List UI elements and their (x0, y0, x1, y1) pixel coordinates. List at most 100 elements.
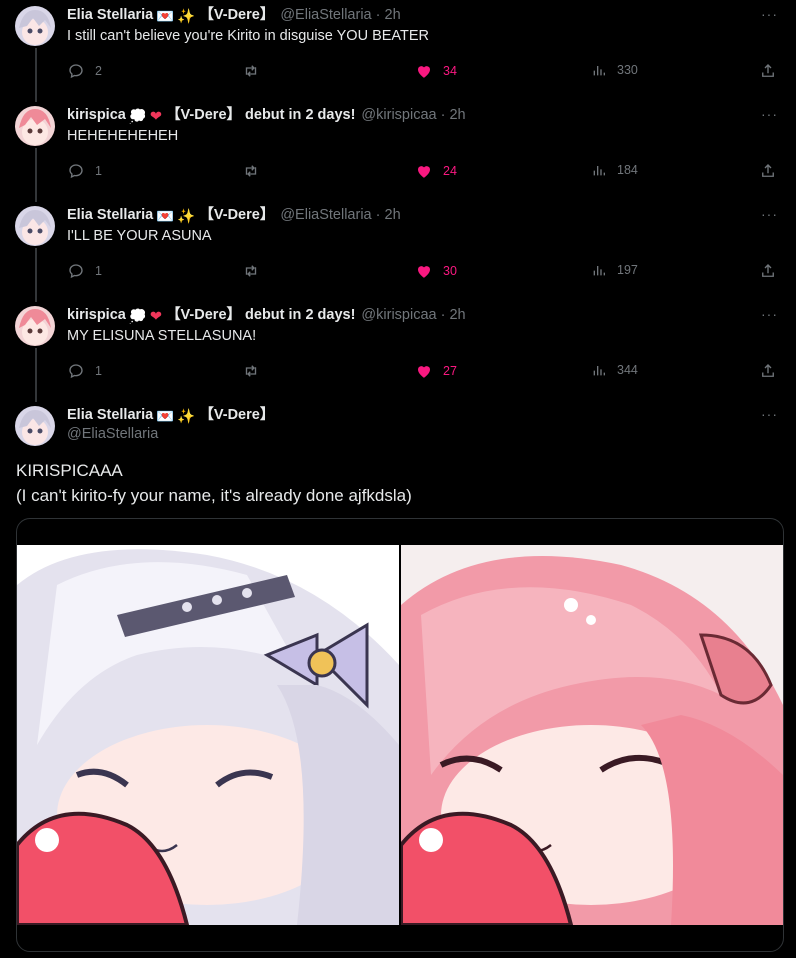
reply-icon (69, 164, 83, 179)
views-chart-icon (593, 166, 605, 176)
share-icon (762, 164, 774, 177)
user-handle[interactable]: @kirispicaa (361, 107, 436, 123)
thread-connector (35, 48, 37, 102)
heart-filled-icon (418, 266, 430, 278)
name-tag: 【V-Dere】 debut in 2 days! (166, 107, 356, 123)
reply-button[interactable]: 1 (67, 362, 102, 380)
display-name[interactable]: Elia Stellaria (67, 7, 153, 23)
repost-icon (245, 165, 257, 177)
action-bar: 1 24 184 (67, 162, 787, 182)
repost-button[interactable] (242, 362, 270, 380)
view-count: 184 (617, 163, 638, 177)
display-name[interactable]: Elia Stellaria (67, 207, 153, 223)
main-tweet-text-line2: (I can't kirito-fy your name, it's alrea… (16, 486, 412, 505)
timestamp[interactable]: 2h (385, 7, 401, 23)
tweet-text: I'LL BE YOUR ASUNA (67, 228, 212, 244)
separator-dot: · (375, 7, 381, 23)
media-image-kirispica[interactable] (401, 545, 783, 925)
display-name[interactable]: kirispica (67, 307, 126, 323)
user-handle[interactable]: @EliaStellaria (280, 207, 371, 223)
thread-connector (35, 248, 37, 302)
repost-icon (245, 265, 257, 277)
like-count: 34 (443, 64, 457, 78)
sparkles-emoji: ✨ (177, 409, 196, 425)
separator-dot: · (440, 107, 446, 123)
like-button[interactable]: 30 (415, 262, 457, 280)
more-options-icon[interactable]: ··· (761, 306, 778, 322)
more-options-icon[interactable]: ··· (761, 206, 778, 222)
reply-button[interactable]: 1 (67, 162, 102, 180)
more-options-icon[interactable]: ··· (761, 106, 778, 122)
reply-header: kirispica 💭 ❤ 【V-Dere】 debut in 2 days! @kir… (67, 106, 466, 126)
repost-button[interactable] (242, 262, 270, 280)
views-chart-icon (593, 366, 605, 376)
repost-icon (245, 365, 257, 377)
heart-filled-icon (418, 366, 430, 378)
views-chart-icon (593, 266, 605, 276)
heart-emoji: ❤ (149, 109, 163, 125)
display-name[interactable]: Elia Stellaria (67, 407, 153, 423)
sparkles-emoji: ✨ (177, 209, 196, 225)
reply-count: 1 (95, 364, 102, 378)
like-button[interactable]: 34 (415, 62, 457, 80)
name-tag: 【V-Dere】 (199, 7, 275, 23)
sparkles-emoji: ✨ (177, 9, 196, 25)
timestamp[interactable]: 2h (449, 107, 465, 123)
tweet-text: I still can't believe you're Kirito in d… (67, 28, 430, 44)
repost-icon (245, 65, 257, 77)
share-button[interactable] (759, 162, 787, 180)
like-button[interactable]: 24 (415, 162, 457, 180)
like-count: 24 (443, 164, 457, 178)
reply-count: 1 (95, 264, 102, 278)
tweet-text: MY ELISUNA STELLASUNA! (67, 328, 257, 344)
heart-filled-icon (418, 66, 430, 78)
reply-icon (69, 264, 83, 279)
reply-button[interactable]: 2 (67, 62, 102, 80)
user-handle[interactable]: @EliaStellaria (67, 426, 158, 442)
thought-bubble-emoji: 💭 (128, 309, 147, 325)
like-button[interactable]: 27 (415, 362, 457, 380)
views-chart-icon (593, 66, 605, 76)
thread-connector (35, 148, 37, 202)
heart-emoji: ❤ (149, 309, 163, 325)
views-button[interactable]: 197 (591, 262, 638, 278)
user-handle[interactable]: @kirispicaa (361, 307, 436, 323)
repost-button[interactable] (242, 162, 270, 180)
views-button[interactable]: 344 (591, 362, 638, 378)
reply-button[interactable]: 1 (67, 262, 102, 280)
media-image-elia[interactable] (17, 545, 399, 925)
avatar-elia[interactable] (15, 6, 55, 46)
media-container[interactable] (16, 518, 784, 952)
share-button[interactable] (759, 62, 787, 80)
reply-icon (69, 364, 83, 379)
avatar-elia[interactable] (15, 206, 55, 246)
love-letter-emoji: 💌 (156, 209, 175, 225)
timestamp[interactable]: 2h (449, 307, 465, 323)
love-letter-emoji: 💌 (156, 9, 175, 25)
user-handle[interactable]: @EliaStellaria (280, 7, 371, 23)
avatar-kirispica[interactable] (15, 106, 55, 146)
share-button[interactable] (759, 262, 787, 280)
action-bar: 1 27 344 (67, 362, 787, 382)
more-options-icon[interactable]: ··· (761, 406, 778, 422)
share-icon (762, 364, 774, 377)
reply-icon (69, 64, 83, 79)
name-tag: 【V-Dere】 (199, 207, 275, 223)
name-tag: 【V-Dere】 (199, 407, 275, 423)
reply-count: 2 (95, 64, 102, 78)
tweet-text: HEHEHEHEHEH (67, 128, 179, 144)
views-button[interactable]: 330 (591, 62, 638, 78)
reply-header: Elia Stellaria 💌 ✨ 【V-Dere】 @EliaStellaria ·… (67, 6, 401, 26)
share-button[interactable] (759, 362, 787, 380)
avatar-kirispica[interactable] (15, 306, 55, 346)
thought-bubble-emoji: 💭 (128, 109, 147, 125)
views-button[interactable]: 184 (591, 162, 638, 178)
more-options-icon[interactable]: ··· (761, 6, 778, 22)
timestamp[interactable]: 2h (385, 207, 401, 223)
display-name[interactable]: kirispica (67, 107, 126, 123)
reply-header: kirispica 💭 ❤ 【V-Dere】 debut in 2 days! @kir… (67, 306, 466, 326)
view-count: 330 (617, 63, 638, 77)
repost-button[interactable] (242, 62, 270, 80)
avatar-elia[interactable] (15, 406, 55, 446)
main-tweet-text-line1: KIRISPICAAA (16, 461, 123, 480)
